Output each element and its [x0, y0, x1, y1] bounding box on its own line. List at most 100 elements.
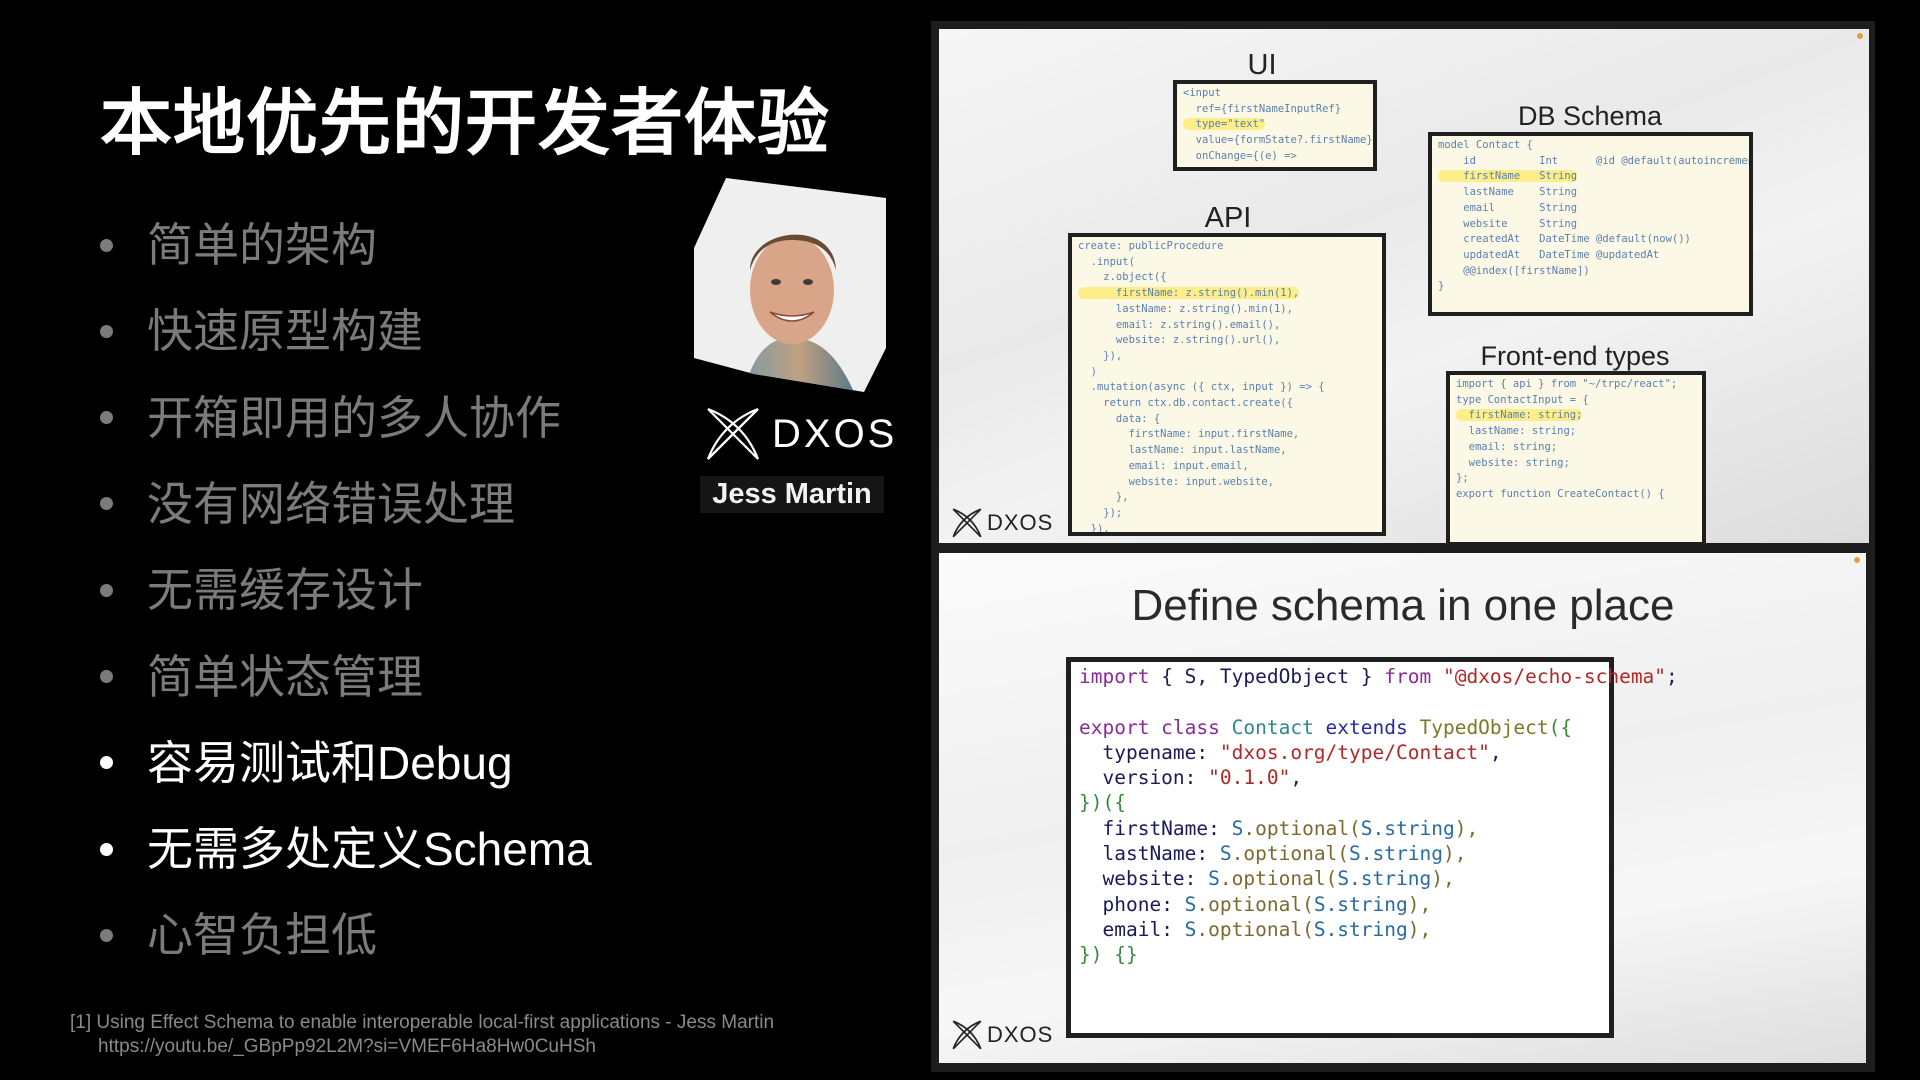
bullet-dot-icon — [100, 238, 113, 252]
dxos-logo-text: DXOS — [772, 411, 898, 456]
code-line-row: firstName String — [1438, 169, 1749, 185]
frontend-types-label: Front-end types — [1480, 341, 1670, 371]
code-line-row: website: z.string().url(), — [1078, 333, 1382, 349]
dxos-watermark-text: DXOS — [987, 510, 1054, 535]
code-line: email: input.email, — [1078, 459, 1249, 472]
code-line: website: input.website, — [1078, 475, 1274, 488]
bullet-dot-icon — [100, 324, 113, 338]
code-line: z.object({ — [1078, 271, 1167, 284]
video-panel-bottom: Define schema in one place import { S, T… — [939, 553, 1866, 1063]
code-line-field: phone: S.optional(S.string), — [1102, 892, 1432, 916]
code-line: lastName: input.lastName, — [1078, 444, 1287, 457]
db-schema-code-box: model Contact { id Int @id @default(auto… — [1428, 132, 1753, 316]
code-line-row: } — [1438, 279, 1749, 295]
bullet-item: 简单状态管理 — [100, 654, 423, 700]
bullet-text: 开箱即用的多人协作 — [147, 391, 561, 444]
code-line: website: string; — [1456, 456, 1570, 469]
code-line: .mutation(async ({ ctx, input }) => { — [1078, 381, 1325, 394]
dxos-star-icon — [952, 1020, 982, 1050]
code-line: firstName: z.string().min(1), — [1078, 287, 1300, 300]
bullet-dot-icon — [100, 497, 113, 511]
code-line-field: website: S.optional(S.string), — [1102, 867, 1455, 891]
code-line: return ctx.db.contact.create({ — [1078, 397, 1293, 410]
code-line-row: email: input.email, — [1078, 459, 1382, 475]
code-line: email: z.string().email(), — [1078, 318, 1281, 331]
bullet-text: 没有网络错误处理 — [147, 477, 515, 530]
code-line: onChange={(e) => — [1183, 149, 1297, 162]
recording-dot-icon — [1854, 557, 1860, 563]
code-line: email String — [1438, 201, 1578, 214]
code-line-row: lastName: z.string().min(1), — [1078, 302, 1382, 318]
code-line-row: website: string; — [1456, 456, 1702, 472]
code-line-row: return ctx.db.contact.create({ — [1078, 396, 1382, 412]
code-line-field: firstName: S.optional(S.string), — [1102, 816, 1479, 840]
api-label: API — [1204, 202, 1252, 234]
code-line-row: id Int @id @default(autoincrement — [1438, 154, 1749, 170]
code-line-row: }; — [1456, 471, 1702, 487]
recording-dot-icon — [1857, 33, 1863, 39]
dxos-watermark-text: DXOS — [987, 1022, 1054, 1047]
code-line-field: lastName: S.optional(S.string), — [1102, 842, 1467, 866]
code-line: model Contact { — [1438, 139, 1533, 151]
code-line-class: export class Contact extends TypedObject… — [1079, 715, 1573, 739]
bullet-text: 无需多处定义Schema — [147, 823, 592, 876]
code-line-row: email String — [1438, 201, 1749, 217]
code-line: lastName String — [1438, 186, 1578, 199]
footnote-citation: [1] Using Effect Schema to enable intero… — [70, 1012, 775, 1033]
bullet-text: 快速原型构建 — [147, 305, 423, 358]
dxos-star-icon — [706, 407, 760, 460]
code-line: data: { — [1078, 412, 1161, 425]
ui-code-box: <input ref={firstNameInputRef} type="tex… — [1173, 80, 1377, 171]
dxos-watermark-top: DXOS — [951, 507, 1053, 539]
bullet-text: 简单的架构 — [147, 219, 377, 271]
bullet-item: 心智负担低 — [100, 912, 377, 958]
bullet-item: 快速原型构建 — [100, 308, 423, 354]
code-line: id Int @id @default(autoincrement — [1438, 154, 1753, 167]
bullet-dot-icon — [100, 583, 113, 597]
code-line: }); — [1078, 506, 1123, 519]
code-line: export function CreateContact() { — [1456, 487, 1665, 500]
code-line: website: z.string().url(), — [1078, 334, 1281, 347]
code-line-row: }), — [1078, 522, 1382, 532]
code-line-import: import { S, TypedObject } from "@dxos/ec… — [1079, 665, 1678, 688]
code-line: @@index([firstName]) — [1438, 264, 1590, 277]
footnote-url[interactable]: https://youtu.be/_GBpPp92L2M?si=VMEF6Ha8… — [70, 1035, 774, 1059]
code-line: }; — [1456, 472, 1469, 485]
code-line: } — [1438, 280, 1445, 293]
bullet-dot-icon — [100, 928, 113, 942]
code-line-mid: })({ — [1079, 791, 1126, 815]
db-schema-label: DB Schema — [1517, 101, 1663, 131]
video-frame[interactable]: UI <input ref={firstNameInputRef} type="… — [931, 21, 1875, 1072]
code-line-row: lastName: string; — [1456, 424, 1702, 440]
code-line: ) — [1078, 365, 1097, 378]
code-line: firstName: string; — [1456, 409, 1583, 422]
code-line-field: email: S.optional(S.string), — [1102, 917, 1432, 941]
code-line-row: model Contact { — [1438, 138, 1749, 154]
ui-label: UI — [1247, 49, 1277, 81]
code-line-row: firstName: input.firstName, — [1078, 427, 1382, 443]
bullet-item: 无需多处定义Schema — [100, 826, 592, 872]
code-line-row: .input( — [1078, 255, 1382, 271]
bullet-dot-icon — [100, 411, 113, 425]
code-line-row: create: publicProcedure — [1078, 239, 1382, 255]
code-line: .input( — [1078, 255, 1135, 268]
code-line-row: data: { — [1078, 412, 1382, 428]
code-line: create: publicProcedure — [1078, 240, 1224, 252]
code-line: lastName: z.string().min(1), — [1078, 302, 1293, 315]
code-line: createdAt DateTime @default(now()) — [1438, 233, 1691, 246]
code-line-row: setFormState((state) => ({ — [1183, 165, 1373, 167]
frontend-types-code-box: import { api } from "~/trpc/react"; type … — [1446, 371, 1706, 543]
bullet-item: 没有网络错误处理 — [100, 481, 515, 527]
code-line-typename: typename: "dxos.org/type/Contact", — [1079, 740, 1502, 764]
code-line: firstName String — [1438, 170, 1578, 183]
bullet-text: 无需缓存设计 — [147, 564, 423, 617]
schema-slide-title: Define schema in one place — [1131, 581, 1675, 630]
code-line-row: ) — [1078, 365, 1382, 381]
video-panel-top: UI <input ref={firstNameInputRef} type="… — [939, 29, 1869, 543]
api-code-box: create: publicProcedure .input( z.object… — [1068, 233, 1386, 536]
dxos-logo: DXOS — [704, 405, 897, 463]
code-line-row: onChange={(e) => — [1183, 149, 1373, 165]
code-line-version: version: "0.1.0", — [1079, 766, 1303, 790]
code-line-row: ref={firstNameInputRef} — [1183, 102, 1373, 118]
